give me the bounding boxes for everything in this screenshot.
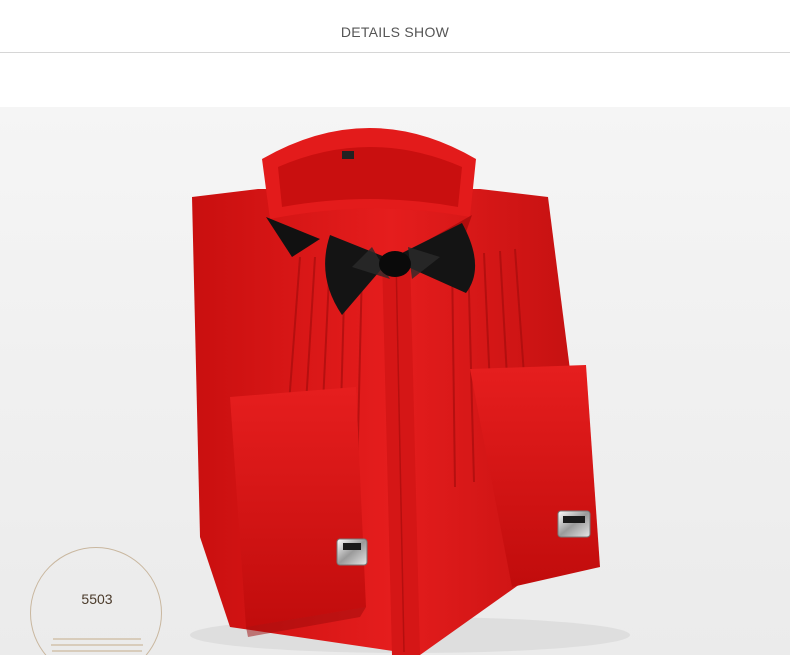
badge-fine-print: [51, 638, 143, 655]
collar-label: [342, 151, 354, 159]
header-divider: [0, 52, 790, 53]
product-code: 5503: [81, 591, 113, 607]
left-cuff: [230, 387, 366, 627]
section-title: DETAILS SHOW: [340, 24, 450, 40]
left-cufflink: [336, 538, 368, 566]
product-photo: 5503: [0, 107, 790, 655]
right-cufflink: [557, 510, 591, 538]
details-header: DETAILS SHOW: [0, 0, 790, 53]
